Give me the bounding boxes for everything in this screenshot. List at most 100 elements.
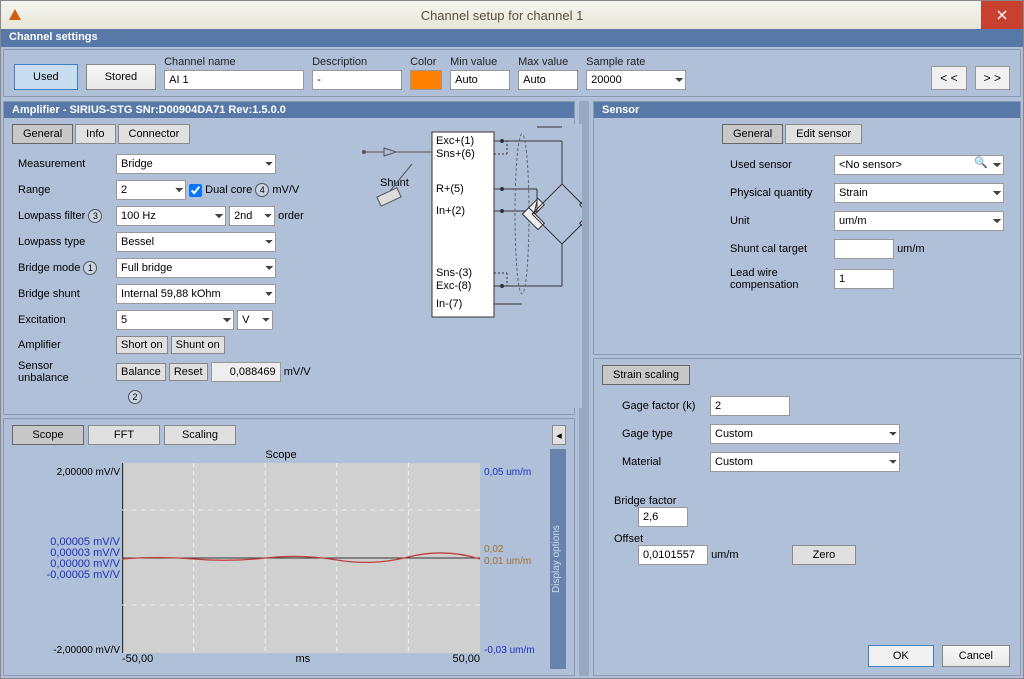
bf-input[interactable] bbox=[638, 507, 688, 527]
sample-rate-select[interactable]: 20000 bbox=[586, 70, 686, 90]
short-on-button[interactable]: Short on bbox=[116, 336, 168, 354]
sensor-tab-edit[interactable]: Edit sensor bbox=[785, 124, 862, 144]
y-top: 2,00000 mV/V bbox=[12, 467, 120, 478]
tab-fft[interactable]: FFT bbox=[88, 425, 160, 445]
gf-label: Gage factor (k) bbox=[616, 393, 702, 419]
range-unit: mV/V bbox=[272, 184, 299, 196]
x-left: -50,00 bbox=[122, 653, 153, 665]
svg-text:Sns-(3): Sns-(3) bbox=[436, 267, 472, 279]
lead-label: Lead wire compensation bbox=[724, 264, 826, 294]
gt-label: Gage type bbox=[616, 421, 702, 447]
tab-info[interactable]: Info bbox=[75, 124, 115, 144]
titlebar: Channel setup for channel 1 bbox=[1, 1, 1023, 29]
mat-select[interactable]: Custom bbox=[710, 452, 900, 472]
channel-name-input[interactable] bbox=[164, 70, 304, 90]
range-label: Range bbox=[14, 178, 110, 202]
balance-button[interactable]: Balance bbox=[116, 363, 166, 381]
close-button[interactable] bbox=[981, 1, 1023, 29]
pq-select[interactable]: Strain bbox=[834, 183, 1004, 203]
sample-rate-label: Sample rate bbox=[586, 56, 686, 68]
y-bot: -2,00000 mV/V bbox=[12, 645, 120, 656]
lowpass-order-select[interactable]: 2nd bbox=[229, 206, 275, 226]
sensor-tab-general[interactable]: General bbox=[722, 124, 783, 144]
sensor-panel: Sensor General Edit sensor Used sensor <… bbox=[593, 101, 1021, 355]
svg-text:R+(5): R+(5) bbox=[436, 183, 464, 195]
reset-button[interactable]: Reset bbox=[169, 363, 208, 381]
display-options-tab[interactable]: Display options bbox=[550, 449, 566, 669]
tab-scope[interactable]: Scope bbox=[12, 425, 84, 445]
annotation-2: 2 bbox=[128, 390, 142, 404]
gt-select[interactable]: Custom bbox=[710, 424, 900, 444]
r-mid2: 0,01 um/m bbox=[484, 556, 550, 567]
cancel-button[interactable]: Cancel bbox=[942, 645, 1010, 667]
scope-title: Scope bbox=[12, 449, 550, 461]
lowpass-type-select[interactable]: Bessel bbox=[116, 232, 276, 252]
tab-connector[interactable]: Connector bbox=[118, 124, 191, 144]
min-label: Min value bbox=[450, 56, 510, 68]
stored-button[interactable]: Stored bbox=[86, 64, 156, 90]
color-label: Color bbox=[410, 56, 442, 68]
dualcore-checkbox[interactable] bbox=[189, 184, 202, 197]
collapse-button[interactable]: ◂ bbox=[552, 425, 566, 445]
tab-scaling[interactable]: Scaling bbox=[164, 425, 236, 445]
shunt-cal-label: Shunt cal target bbox=[724, 236, 826, 262]
r-top: 0,05 um/m bbox=[484, 467, 550, 478]
scope-chart: Scope 2,00000 mV/V 0,00005 mV/V 0,00003 … bbox=[12, 449, 550, 669]
unbalance-unit: mV/V bbox=[284, 366, 311, 378]
shunt-cal-input[interactable] bbox=[834, 239, 894, 259]
color-swatch[interactable] bbox=[410, 70, 442, 90]
bridge-diagram: Shunt Exc+(1) Sns+(6) R+(5) bbox=[362, 124, 582, 408]
overlay-3: -0,00005 mV/V bbox=[12, 570, 120, 581]
svg-text:In+(2): In+(2) bbox=[436, 205, 465, 217]
svg-text:Exc+(1): Exc+(1) bbox=[436, 135, 474, 147]
used-sensor-label: Used sensor bbox=[724, 152, 826, 178]
x-unit: ms bbox=[153, 653, 452, 665]
tab-strain-scaling[interactable]: Strain scaling bbox=[602, 365, 690, 385]
pq-label: Physical quantity bbox=[724, 180, 826, 206]
sensor-header: Sensor bbox=[594, 102, 1020, 118]
max-input[interactable] bbox=[518, 70, 578, 90]
excitation-select[interactable]: 5 bbox=[116, 310, 234, 330]
bf-label: Bridge factor bbox=[614, 495, 1012, 507]
channel-name-label: Channel name bbox=[164, 56, 304, 68]
lowpass-label: Lowpass filter bbox=[18, 210, 85, 222]
prev-channel-button[interactable]: < < bbox=[931, 66, 966, 90]
annotation-4: 4 bbox=[255, 183, 269, 197]
scope-panel: Scope FFT Scaling ◂ Scope 2,00000 mV/V 0… bbox=[3, 418, 575, 676]
annotation-3: 3 bbox=[88, 209, 102, 223]
excitation-label: Excitation bbox=[14, 308, 110, 332]
svg-text:Sns+(6): Sns+(6) bbox=[436, 148, 475, 160]
next-channel-button[interactable]: > > bbox=[975, 66, 1010, 90]
description-input[interactable] bbox=[312, 70, 402, 90]
used-button[interactable]: Used bbox=[14, 64, 78, 90]
strain-panel: Strain scaling Gage factor (k) Gage type… bbox=[593, 358, 1021, 676]
unit-select[interactable]: um/m bbox=[834, 211, 1004, 231]
mat-label: Material bbox=[616, 449, 702, 475]
shunt-tag: Shunt bbox=[380, 177, 409, 189]
range-select[interactable]: 2 bbox=[116, 180, 186, 200]
measurement-select[interactable]: Bridge bbox=[116, 154, 276, 174]
search-icon[interactable]: 🔍 bbox=[974, 156, 988, 169]
lowpass-type-label: Lowpass type bbox=[14, 230, 110, 254]
bridge-shunt-select[interactable]: Internal 59,88 kOhm bbox=[116, 284, 276, 304]
bridge-mode-label: Bridge mode bbox=[18, 262, 80, 274]
order-label: order bbox=[278, 210, 304, 222]
min-input[interactable] bbox=[450, 70, 510, 90]
unbalance-label: Sensor unbalance bbox=[14, 358, 110, 386]
lead-input[interactable] bbox=[834, 269, 894, 289]
r-bot: -0,03 um/m bbox=[484, 645, 550, 656]
shunt-on-button[interactable]: Shunt on bbox=[171, 336, 225, 354]
max-label: Max value bbox=[518, 56, 578, 68]
svg-text:Exc-(8): Exc-(8) bbox=[436, 280, 471, 292]
annotation-1: 1 bbox=[83, 261, 97, 275]
ok-button[interactable]: OK bbox=[868, 645, 934, 667]
tab-general[interactable]: General bbox=[12, 124, 73, 144]
bridge-mode-select[interactable]: Full bridge bbox=[116, 258, 276, 278]
gf-input[interactable] bbox=[710, 396, 790, 416]
amplifier-label: Amplifier bbox=[14, 334, 110, 356]
zero-button[interactable]: Zero bbox=[792, 545, 857, 565]
off-input[interactable] bbox=[638, 545, 708, 565]
lowpass-select[interactable]: 100 Hz bbox=[116, 206, 226, 226]
excitation-unit-select[interactable]: V bbox=[237, 310, 273, 330]
channel-settings-header: Channel settings bbox=[1, 29, 1023, 47]
